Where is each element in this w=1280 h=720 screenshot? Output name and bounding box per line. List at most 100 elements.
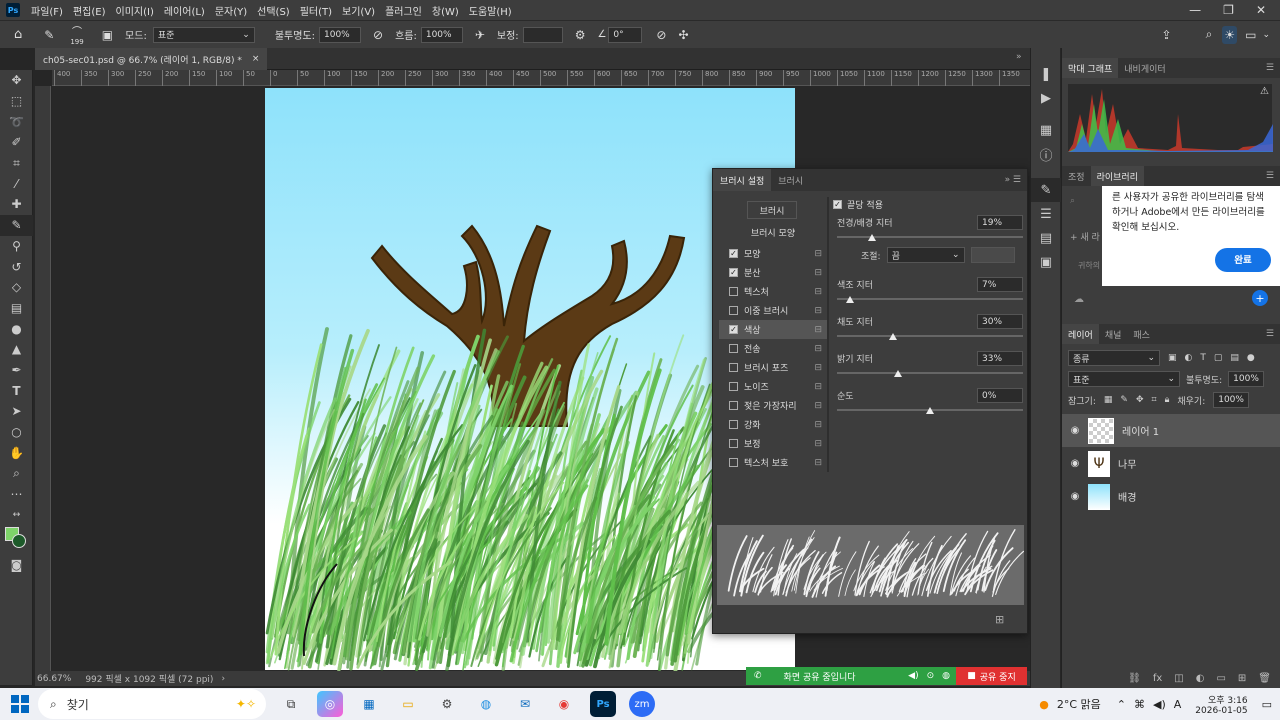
control-select[interactable]: 끔 ⌄ <box>886 247 965 263</box>
tab-histogram[interactable]: 막대 그래프 <box>1062 58 1119 78</box>
stamp-tool-icon[interactable]: ⚲ <box>0 236 33 257</box>
purity-knob[interactable] <box>926 407 934 414</box>
lock-icon[interactable]: ⊟ <box>814 249 822 259</box>
menu-help[interactable]: 도움말(H) <box>464 3 517 18</box>
shape-tool-icon[interactable]: ○ <box>0 422 33 443</box>
edge-icon[interactable]: ◍ <box>473 691 499 717</box>
menu-file[interactable]: 파일(F) <box>26 3 68 18</box>
search-icon[interactable]: ⌕ <box>1206 27 1213 42</box>
lock-icon[interactable]: ⊟ <box>814 420 822 430</box>
purity-field[interactable]: 0% <box>977 388 1023 403</box>
library-search-icon[interactable]: ⌕ <box>1070 196 1075 206</box>
brush-option-item[interactable]: ✓ 분산 ⊟ <box>719 263 827 282</box>
file-explorer-icon[interactable]: ▭ <box>395 691 421 717</box>
tab-brush[interactable]: 브러시 <box>771 174 810 187</box>
layer-row[interactable]: ◉ 배경 <box>1062 480 1280 513</box>
brush-option-item[interactable]: 텍스처 ⊟ <box>719 282 827 301</box>
brightness-jitter-field[interactable]: 33% <box>977 351 1023 366</box>
tab-adjustments[interactable]: 조정 <box>1062 170 1091 183</box>
filter-pixel-icon[interactable]: ▣ <box>1168 353 1177 363</box>
option-checkbox[interactable] <box>729 439 738 448</box>
layer-opacity-field[interactable]: 100% <box>1228 371 1265 387</box>
close-tab-icon[interactable]: × <box>252 54 260 64</box>
paragraph-icon[interactable]: ▣ <box>1031 250 1061 274</box>
hand-tool-icon[interactable]: ✋ <box>0 442 33 463</box>
pressure-opacity-icon[interactable]: ⊘ <box>373 28 383 42</box>
outlook-icon[interactable]: ✉ <box>512 691 538 717</box>
type-tool-icon[interactable]: T <box>0 380 33 401</box>
notification-icon[interactable]: ▭ <box>1262 698 1272 711</box>
option-checkbox[interactable] <box>729 420 738 429</box>
new-brush-icon[interactable]: ⊞ <box>995 613 1004 626</box>
actions-play-icon[interactable]: ▶ <box>1031 86 1061 110</box>
brush-option-item[interactable]: ✓ 모양 ⊟ <box>719 244 827 263</box>
menu-filter[interactable]: 필터(T) <box>295 3 337 18</box>
saturation-jitter-knob[interactable] <box>888 333 897 340</box>
path-select-tool-icon[interactable]: ➤ <box>0 401 33 422</box>
info-icon[interactable]: ⓘ <box>1031 142 1061 166</box>
brush-preset-picker[interactable]: ⌒ 199 <box>70 23 83 46</box>
brush-option-item[interactable]: 노이즈 ⊟ <box>719 377 827 396</box>
airbrush-icon[interactable]: ✈ <box>475 28 485 42</box>
brush-option-item[interactable]: 젖은 가장자리 ⊟ <box>719 396 827 415</box>
menu-image[interactable]: 이미지(I) <box>111 3 159 18</box>
eraser-tool-icon[interactable]: ◇ <box>0 277 33 298</box>
document-tab[interactable]: ch05-sec01.psd @ 66.7% (레이어 1, RGB/8) * … <box>35 48 268 70</box>
tab-brush-settings[interactable]: 브러시 설정 <box>713 169 772 191</box>
option-checkbox[interactable] <box>729 382 738 391</box>
smoothing-field[interactable] <box>522 26 563 43</box>
status-menu-arrow[interactable]: › <box>221 674 225 684</box>
maximize-button[interactable]: ❐ <box>1223 3 1234 17</box>
volume-icon[interactable]: ◀) <box>1153 698 1166 711</box>
history-brush-tool-icon[interactable]: ↺ <box>0 256 33 277</box>
brush-option-item[interactable]: ✓ 색상 ⊟ <box>719 320 827 339</box>
lock-icon[interactable]: ⊟ <box>814 363 822 373</box>
brightness-jitter-knob[interactable] <box>894 370 903 377</box>
brush-option-item[interactable]: 강화 ⊟ <box>719 415 827 434</box>
discover-icon[interactable]: ☀ <box>1222 25 1238 44</box>
opacity-field[interactable]: 100% <box>319 26 361 43</box>
tab-overflow-icon[interactable]: » <box>1016 52 1022 62</box>
group-icon[interactable]: ▭ <box>1216 673 1225 684</box>
start-icon[interactable] <box>8 692 32 716</box>
popup-done-button[interactable]: 완료 <box>1215 248 1271 272</box>
more-tools-icon[interactable]: ⋯ <box>0 484 33 505</box>
flow-field[interactable]: 100% <box>420 26 463 43</box>
panel-menu-icon[interactable]: ☰ <box>1260 329 1280 339</box>
purity-slider[interactable] <box>837 407 1023 414</box>
fill-field[interactable]: 100% <box>1213 392 1250 408</box>
apply-per-tip-row[interactable]: ✓ 끝당 적용 <box>833 198 883 211</box>
option-checkbox[interactable] <box>729 306 738 315</box>
option-checkbox[interactable] <box>729 287 738 296</box>
properties-icon[interactable]: ▤ <box>1031 226 1061 250</box>
lock-transparent-icon[interactable]: ▦ <box>1104 395 1113 405</box>
tab-libraries[interactable]: 라이브러리 <box>1090 166 1144 186</box>
panel-menu-icon[interactable]: ☰ <box>1260 171 1280 181</box>
lock-icon[interactable]: ⊟ <box>814 268 822 278</box>
brushes-button[interactable]: 브러시 <box>747 201 797 219</box>
zoom-app-icon[interactable]: zm <box>629 691 655 717</box>
photoshop-logo[interactable]: Ps <box>6 3 20 17</box>
swap-colors-icon[interactable]: ↔ <box>0 504 33 525</box>
brush-tool-icon[interactable]: ✎ <box>44 28 54 42</box>
dodge-tool-icon[interactable]: ▲ <box>0 339 33 360</box>
lock-artboard-icon[interactable]: ⌗ <box>1151 395 1156 405</box>
input-language[interactable]: A <box>1174 698 1182 711</box>
gradient-tool-icon[interactable]: ▤ <box>0 298 33 319</box>
lock-icon[interactable]: ⊟ <box>814 306 822 316</box>
brush-option-item[interactable]: 브러시 포즈 ⊟ <box>719 358 827 377</box>
warning-icon[interactable]: ⚠ <box>1260 86 1269 97</box>
tab-paths[interactable]: 패스 <box>1127 328 1156 341</box>
zoom-tool-icon[interactable]: ⌕ <box>0 463 33 484</box>
option-checkbox[interactable] <box>729 363 738 372</box>
pen-tool-icon[interactable]: ✒ <box>0 360 33 381</box>
layer-name[interactable]: 나무 <box>1118 456 1136 471</box>
lock-icon[interactable]: ⊟ <box>814 401 822 411</box>
fg-bg-jitter-knob[interactable] <box>868 234 877 241</box>
lock-icon[interactable]: ⊟ <box>814 325 822 335</box>
filter-toggle-icon[interactable]: ● <box>1247 353 1255 363</box>
delete-icon[interactable]: 🗑︎ <box>1258 673 1271 684</box>
lock-move-icon[interactable]: ✥ <box>1136 395 1144 405</box>
task-view-icon[interactable]: ⧉ <box>278 691 304 717</box>
layer-filter-select[interactable]: 종류 ⌄ <box>1068 350 1160 366</box>
